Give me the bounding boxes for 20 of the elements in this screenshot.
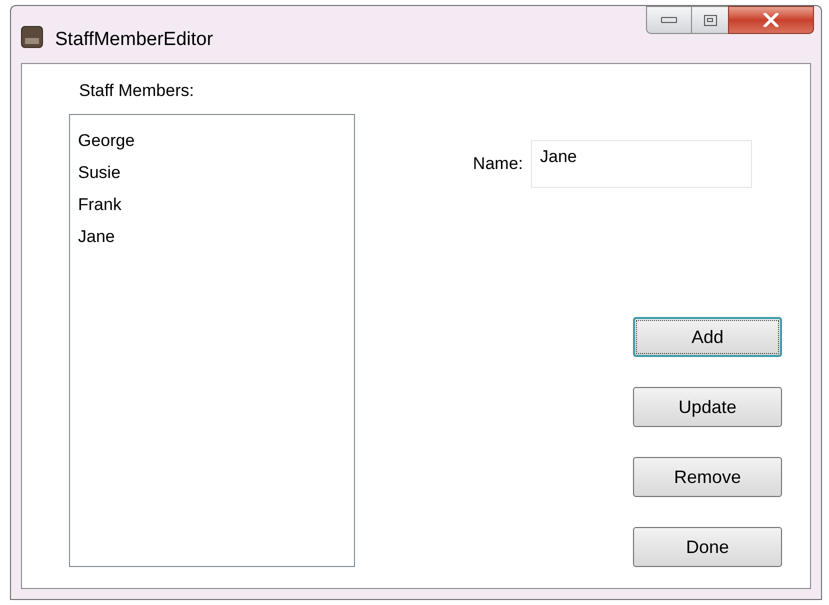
name-field[interactable]: Jane bbox=[531, 140, 752, 188]
name-label: Name: bbox=[472, 153, 523, 176]
minimize-icon bbox=[661, 17, 677, 23]
staff-list-label: Staff Members: bbox=[79, 80, 195, 102]
list-item[interactable]: Susie bbox=[78, 157, 346, 189]
action-button[interactable]: Remove bbox=[633, 457, 782, 497]
maximize-button[interactable] bbox=[692, 6, 728, 34]
list-item[interactable]: Jane bbox=[78, 221, 346, 253]
list-item[interactable]: Frank bbox=[78, 189, 346, 221]
maximize-icon bbox=[704, 14, 716, 26]
staff-list[interactable]: George Susie Frank Jane bbox=[69, 114, 355, 567]
close-button[interactable] bbox=[728, 6, 814, 34]
action-button[interactable]: Add bbox=[633, 317, 782, 357]
app-icon bbox=[21, 26, 43, 48]
minimize-button[interactable] bbox=[646, 6, 692, 34]
close-icon bbox=[763, 13, 779, 27]
list-item[interactable]: George bbox=[78, 125, 346, 157]
window-title: StaffMemberEditor bbox=[55, 28, 214, 52]
action-button[interactable]: Update bbox=[633, 387, 782, 427]
action-button[interactable]: Done bbox=[633, 527, 782, 567]
